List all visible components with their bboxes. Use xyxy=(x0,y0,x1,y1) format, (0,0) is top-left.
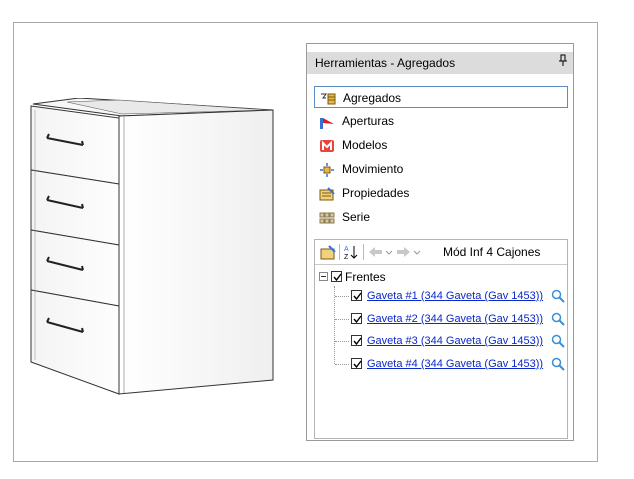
zoom-gaveta-4-icon[interactable] xyxy=(551,357,565,371)
aperturas-icon xyxy=(319,114,335,129)
back-arrow-icon[interactable] xyxy=(367,244,393,260)
modelos-label: Modelos xyxy=(342,138,388,152)
gaveta-1-link[interactable]: Gaveta #1 (344 Gaveta (Gav 1453)) xyxy=(367,287,543,305)
tree-toolbar-title: Mód Inf 4 Cajones xyxy=(443,245,541,259)
serie-button[interactable]: Serie xyxy=(314,206,568,228)
gaveta-3-checkbox[interactable] xyxy=(351,335,362,346)
gaveta-4-checkbox[interactable] xyxy=(351,358,362,369)
sort-az-icon[interactable]: AZ xyxy=(343,244,359,261)
forward-arrow-icon[interactable] xyxy=(395,244,421,260)
drawer-fronts xyxy=(30,105,120,395)
modelos-icon xyxy=(319,138,335,152)
gaveta-4-link[interactable]: Gaveta #4 (344 Gaveta (Gav 1453)) xyxy=(367,355,543,373)
cabinet-3d-view[interactable] xyxy=(27,98,277,398)
frentes-label: Frentes xyxy=(345,270,386,284)
tree-connector xyxy=(335,296,349,297)
agregados-button[interactable]: Agregados xyxy=(314,86,568,108)
modelos-button[interactable]: Modelos xyxy=(314,134,568,156)
tree-connector xyxy=(335,364,349,365)
tree-connector xyxy=(335,319,349,320)
svg-text:Z: Z xyxy=(344,254,349,260)
gaveta-2-link[interactable]: Gaveta #2 (344 Gaveta (Gav 1453)) xyxy=(367,310,543,328)
properties-toolbar-icon[interactable] xyxy=(320,244,336,260)
agregados-label: Agregados xyxy=(343,91,402,105)
gaveta-1-checkbox[interactable] xyxy=(351,290,362,301)
propiedades-button[interactable]: Propiedades xyxy=(314,182,568,204)
movimiento-icon xyxy=(319,162,335,177)
agregados-icon xyxy=(320,91,336,105)
collapse-toggle-icon[interactable] xyxy=(319,272,328,281)
serie-label: Serie xyxy=(342,210,371,224)
tree-connector xyxy=(334,286,335,364)
gaveta-3-link[interactable]: Gaveta #3 (344 Gaveta (Gav 1453)) xyxy=(367,332,543,350)
propiedades-icon xyxy=(319,186,335,201)
tree-view[interactable]: AZ Mód Inf 4 Cajones Frentes Gaveta #1 (… xyxy=(314,239,568,439)
frentes-checkbox[interactable] xyxy=(331,271,342,282)
gaveta-2-checkbox[interactable] xyxy=(351,313,362,324)
zoom-gaveta-2-icon[interactable] xyxy=(551,312,565,326)
zoom-gaveta-3-icon[interactable] xyxy=(551,334,565,348)
tree-connector xyxy=(335,341,349,342)
movimiento-button[interactable]: Movimiento xyxy=(314,158,568,180)
tree-toolbar: AZ Mód Inf 4 Cajones xyxy=(315,240,567,265)
zoom-gaveta-1-icon[interactable] xyxy=(551,289,565,303)
tools-panel: Herramientas - Agregados Agregados Apert… xyxy=(306,43,574,441)
propiedades-label: Propiedades xyxy=(342,186,410,200)
panel-title: Herramientas - Agregados xyxy=(315,56,456,70)
svg-text:A: A xyxy=(344,246,349,253)
movimiento-label: Movimiento xyxy=(342,162,404,176)
panel-title-bar: Herramientas - Agregados xyxy=(307,52,573,74)
aperturas-label: Aperturas xyxy=(342,114,395,128)
pin-icon[interactable] xyxy=(559,52,567,74)
aperturas-button[interactable]: Aperturas xyxy=(314,110,568,132)
serie-icon xyxy=(319,210,335,224)
